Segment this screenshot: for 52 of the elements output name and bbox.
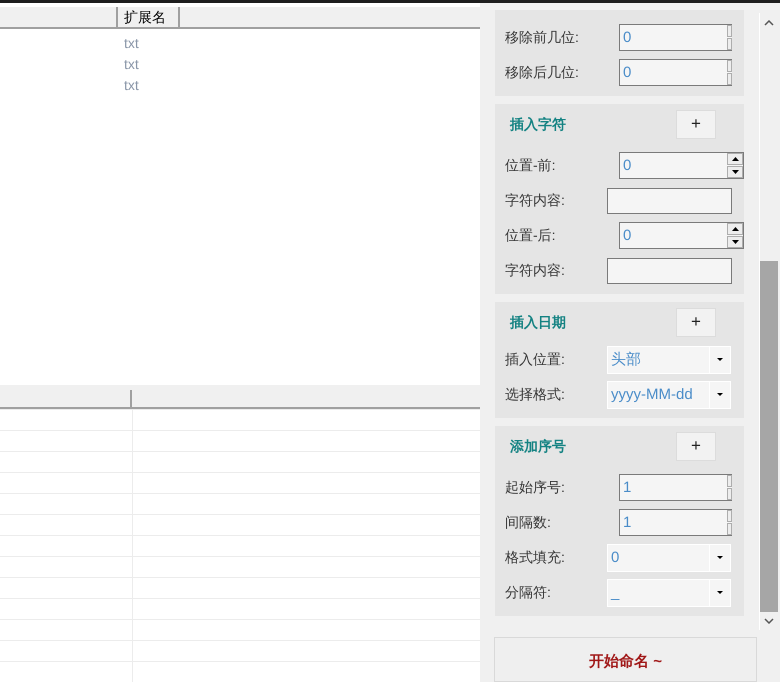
field-label: 选择格式: [505, 385, 565, 404]
field-label: 插入位置: [505, 350, 565, 369]
field-label: 位置-前: [505, 156, 556, 175]
dropdown-value: 头部 [610, 350, 642, 370]
field-label: 字符内容: [505, 261, 565, 280]
dropdown-value: 0 [610, 548, 620, 568]
scroll-thumb[interactable] [760, 261, 778, 612]
down-arrow-icon [732, 170, 738, 174]
up-arrow-icon [732, 157, 738, 161]
extension-cell-text: txt [123, 34, 140, 53]
up-arrow-icon [732, 227, 738, 231]
dropdown[interactable]: yyyy-MM-dd [607, 380, 731, 408]
extension-cell-text: txt [123, 76, 140, 95]
caret-icon [717, 591, 723, 594]
field-label: 位置-后: [505, 226, 556, 245]
field-label: 间隔数: [505, 513, 551, 532]
add-button[interactable]: + [676, 110, 716, 138]
caret-icon [717, 556, 723, 559]
caret-icon [717, 358, 723, 361]
spinner-value: 0 [622, 28, 632, 48]
scroll-up-icon[interactable] [764, 20, 774, 26]
scroll-down-icon[interactable] [764, 618, 774, 624]
dropdown[interactable]: _ [607, 578, 731, 606]
dropdown[interactable]: 0 [607, 544, 731, 572]
text-field[interactable] [607, 258, 732, 284]
section-title: 插入字符 [510, 114, 566, 134]
extension-cell-text: txt [123, 55, 140, 74]
dropdown-value: _ [610, 582, 620, 602]
field-label: 分隔符: [505, 583, 551, 602]
field-label: 移除后几位: [505, 63, 579, 82]
column-header[interactable]: 扩展名 [118, 7, 180, 27]
dropdown[interactable]: 头部 [607, 346, 731, 374]
field-label: 起始序号: [505, 478, 565, 497]
field-label: 字符内容: [505, 191, 565, 210]
spinner-field[interactable]: 0 [619, 222, 744, 249]
field-label: 移除前几位: [505, 28, 579, 47]
add-button[interactable]: + [676, 432, 716, 460]
spinner-value: 1 [622, 478, 632, 498]
spinner-value: 0 [622, 63, 632, 83]
start-button[interactable]: 开始命名 ~ [494, 637, 757, 682]
text-field[interactable] [607, 188, 732, 214]
section-title: 添加序号 [510, 436, 566, 456]
spinner-value: 0 [622, 226, 632, 246]
spinner-field[interactable]: 0 [619, 152, 744, 179]
field-label: 格式填充: [505, 548, 565, 567]
caret-icon [717, 393, 723, 396]
add-button[interactable]: + [676, 308, 716, 336]
spinner-value: 1 [622, 513, 632, 533]
dropdown-value: yyyy-MM-dd [610, 384, 694, 404]
section-title: 插入日期 [510, 312, 566, 332]
spinner-value: 0 [622, 156, 632, 176]
down-arrow-icon [732, 240, 738, 244]
